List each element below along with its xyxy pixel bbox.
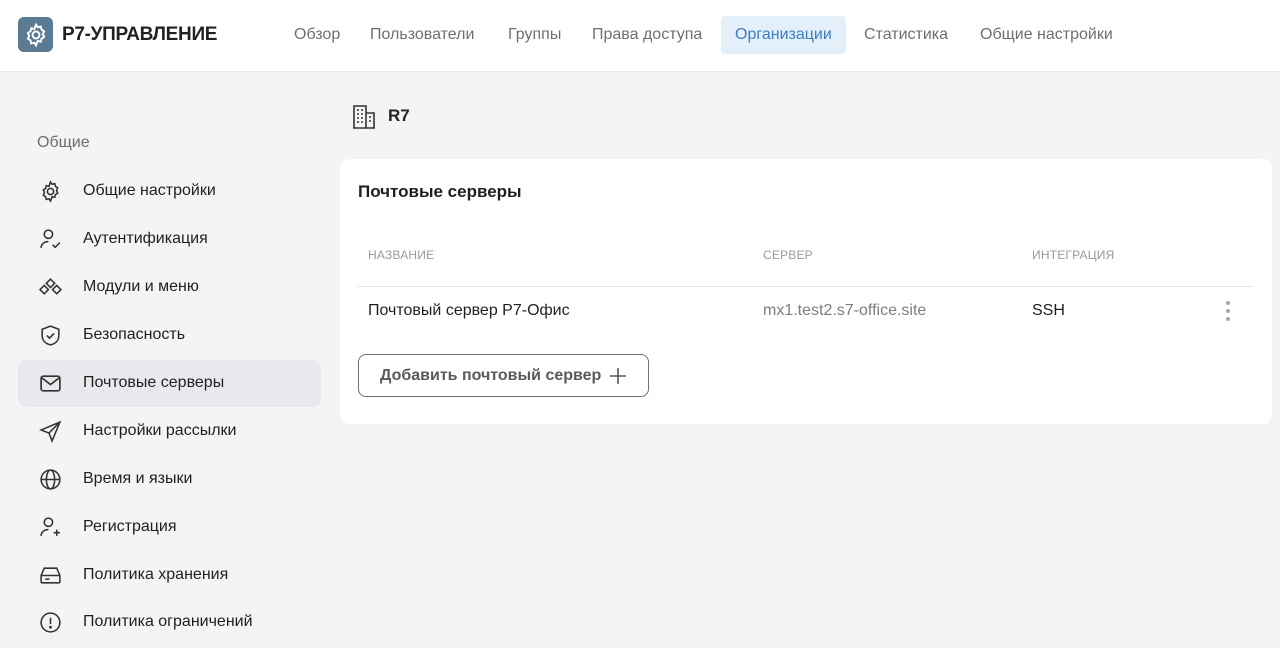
table-cell-integration: SSH — [1032, 302, 1065, 319]
send-icon — [39, 420, 62, 443]
sidebar-item-label: Почтовые серверы — [83, 374, 225, 391]
alert-circle-icon — [40, 612, 61, 633]
mail-icon — [40, 375, 61, 392]
sidebar-item-label: Политика ограничений — [83, 613, 253, 630]
globe-icon — [40, 469, 61, 490]
tab-users[interactable]: Пользователи — [356, 16, 488, 54]
tab-organizations[interactable]: Организации — [721, 16, 846, 54]
tab-overview[interactable]: Обзор — [280, 16, 354, 54]
brand-name: Р7-УПРАВЛЕНИЕ — [62, 24, 218, 45]
sidebar-item-label: Время и языки — [83, 470, 193, 487]
table-cell-server: mx1.test2.s7-office.site — [763, 302, 927, 319]
modules-icon — [38, 278, 63, 295]
plus-icon — [610, 368, 626, 384]
sidebar-item-label: Общие настройки — [83, 182, 216, 199]
top-navigation-bar: Р7-УПРАВЛЕНИЕ Обзор Пользователи Группы … — [0, 0, 1280, 72]
row-more-options-icon[interactable] — [1219, 299, 1237, 323]
tab-general-settings[interactable]: Общие настройки — [966, 16, 1127, 54]
sidebar-item-restriction-policy[interactable]: Политика ограничений — [18, 599, 321, 646]
sidebar-item-security[interactable]: Безопасность — [18, 312, 321, 359]
sidebar-item-general-settings[interactable]: Общие настройки — [18, 168, 321, 215]
card-title: Почтовые серверы — [358, 182, 522, 201]
sidebar-item-mailing-settings[interactable]: Настройки рассылки — [18, 408, 321, 455]
add-mail-server-label: Добавить почтовый сервер — [380, 367, 602, 384]
sidebar-item-label: Аутентификация — [83, 230, 208, 247]
tab-statistics[interactable]: Статистика — [850, 16, 962, 54]
column-header-integration[interactable]: Интеграция — [1032, 248, 1115, 262]
table-cell-name[interactable]: Почтовый сервер Р7-Офис — [368, 302, 570, 320]
tab-groups[interactable]: Группы — [494, 16, 575, 54]
column-header-server[interactable]: Сервер — [763, 248, 813, 262]
user-plus-icon — [40, 517, 60, 536]
sidebar-item-label: Модули и меню — [83, 278, 199, 295]
sidebar-item-mail-servers[interactable]: Почтовые серверы — [18, 360, 321, 407]
gear-logo-icon — [26, 22, 45, 47]
sidebar-item-label: Безопасность — [83, 326, 186, 343]
sidebar-item-registration[interactable]: Регистрация — [18, 504, 321, 551]
storage-icon — [40, 567, 61, 584]
sidebar-item-label: Настройки рассылки — [83, 422, 237, 439]
sidebar-item-label: Политика хранения — [83, 566, 229, 583]
user-check-icon — [40, 229, 61, 249]
app-logo[interactable] — [18, 17, 53, 52]
table-divider — [358, 286, 1254, 287]
column-header-name[interactable]: Название — [368, 248, 434, 262]
sidebar-item-authentication[interactable]: Аутентификация — [18, 216, 321, 263]
sidebar-item-label: Регистрация — [83, 518, 177, 535]
gear-icon — [42, 180, 59, 203]
building-icon — [353, 105, 375, 129]
sidebar-item-storage-policy[interactable]: Политика хранения — [18, 552, 321, 599]
sidebar-item-time-languages[interactable]: Время и языки — [18, 456, 321, 503]
sidebar-heading: Общие — [37, 134, 90, 151]
organization-name: R7 — [388, 106, 410, 125]
shield-icon — [41, 325, 60, 346]
add-mail-server-button[interactable]: Добавить почтовый сервер — [358, 354, 649, 397]
tab-access-rights[interactable]: Права доступа — [578, 16, 716, 54]
mail-servers-card: Почтовые серверы Название Сервер Интегра… — [340, 159, 1272, 424]
sidebar-item-modules-menu[interactable]: Модули и меню — [18, 264, 321, 311]
